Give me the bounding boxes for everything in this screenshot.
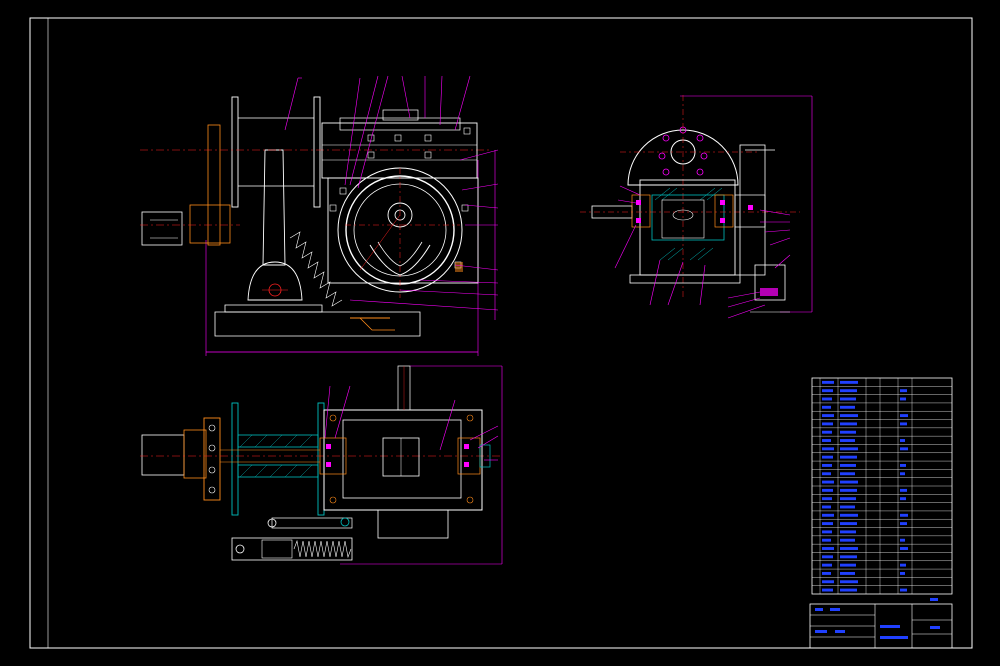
- top-view: [140, 365, 503, 565]
- parts-table-entry-mark: [840, 522, 857, 526]
- parts-table-entry-mark: [840, 538, 855, 542]
- parts-table-entry-mark: [822, 455, 833, 459]
- parts-table-entry-mark: [822, 588, 833, 592]
- parts-table-entry-mark: [900, 463, 906, 467]
- parts-table-entry-mark: [900, 588, 907, 592]
- parts-table-entry-mark: [822, 463, 832, 467]
- parts-table-entry-mark: [900, 397, 906, 401]
- parts-table-entry-mark: [840, 447, 858, 451]
- parts-table-entry-mark: [840, 414, 858, 418]
- parts-table-entry-mark: [822, 555, 833, 559]
- parts-table-entry-mark: [840, 555, 857, 559]
- parts-table-entry-mark: [840, 480, 858, 484]
- parts-table-entry-mark: [822, 505, 831, 509]
- parts-table-entry-mark: [840, 389, 857, 393]
- parts-table-entry-mark: [822, 571, 831, 575]
- parts-table-entry-mark: [822, 488, 833, 492]
- parts-table-entry-mark: [822, 580, 834, 584]
- parts-table-entry-mark: [900, 522, 907, 526]
- parts-table-entry-mark: [822, 414, 834, 418]
- parts-table-entry-mark: [840, 488, 857, 492]
- parts-table-entry-mark: [840, 530, 856, 534]
- parts-table-entry-mark: [900, 472, 905, 476]
- parts-table-entry-mark: [840, 505, 855, 509]
- parts-table-entry-mark: [840, 405, 855, 409]
- parts-table-entry-mark: [840, 430, 856, 434]
- parts-table-entry-mark: [822, 538, 831, 542]
- parts-table-entry-mark: [900, 538, 905, 542]
- outer-frame: [29, 17, 973, 649]
- parts-table-entry-mark: [900, 447, 908, 451]
- parts-table-entry-mark: [840, 513, 858, 517]
- parts-table-entry-mark: [822, 522, 833, 526]
- parts-table-entry-mark: [822, 439, 831, 442]
- parts-table-entry-mark: [822, 380, 834, 384]
- parts-table-entry-mark: [822, 530, 832, 534]
- parts-table-entry-mark: [822, 397, 832, 401]
- parts-table-entry-mark: [822, 497, 832, 501]
- parts-table-entry-mark: [840, 571, 855, 575]
- title-block: [809, 598, 953, 649]
- front-view: [140, 75, 499, 356]
- parts-table-entry-mark: [900, 439, 905, 442]
- parts-table-entry-mark: [840, 497, 856, 501]
- parts-table-entry-mark: [840, 580, 858, 584]
- parts-table-entry-mark: [840, 397, 856, 401]
- parts-table-entry-mark: [840, 547, 858, 550]
- parts-table-entry-mark: [840, 563, 856, 567]
- parts-table-entry-mark: [900, 414, 908, 418]
- parts-table-entry-mark: [900, 547, 908, 550]
- parts-table-entry-mark: [822, 422, 833, 426]
- parts-table-entry-mark: [822, 513, 834, 517]
- parts-list-table: [811, 377, 953, 595]
- parts-table-entry-mark: [822, 547, 834, 550]
- parts-table-entry-mark: [840, 588, 857, 592]
- parts-table-entry-mark: [900, 513, 908, 517]
- parts-table-entry-mark: [840, 455, 857, 459]
- parts-table-entry-mark: [840, 380, 858, 384]
- parts-table-entry-mark: [822, 447, 834, 451]
- parts-table-entry-mark: [822, 389, 833, 393]
- inner-frame: [47, 17, 973, 649]
- parts-table-entry-mark: [900, 422, 907, 426]
- parts-table-entry-mark: [822, 472, 831, 476]
- parts-table-entry-mark: [900, 563, 906, 567]
- parts-table-entry-mark: [900, 389, 907, 393]
- parts-table-entry-mark: [822, 430, 832, 434]
- parts-table-entry-mark: [822, 405, 831, 409]
- parts-table-entry-mark: [822, 480, 834, 484]
- parts-table-entry-mark: [822, 563, 832, 567]
- parts-table-entry-mark: [840, 472, 855, 476]
- parts-table-entry-mark: [840, 422, 857, 426]
- parts-table-entry-mark: [900, 488, 907, 492]
- parts-table-entry-mark: [900, 497, 906, 501]
- cad-drawing-sheet: [29, 17, 973, 649]
- parts-table-entry-mark: [900, 571, 905, 575]
- side-section-view: [580, 95, 813, 319]
- parts-table-entry-mark: [840, 439, 855, 442]
- parts-table-entry-mark: [840, 463, 856, 467]
